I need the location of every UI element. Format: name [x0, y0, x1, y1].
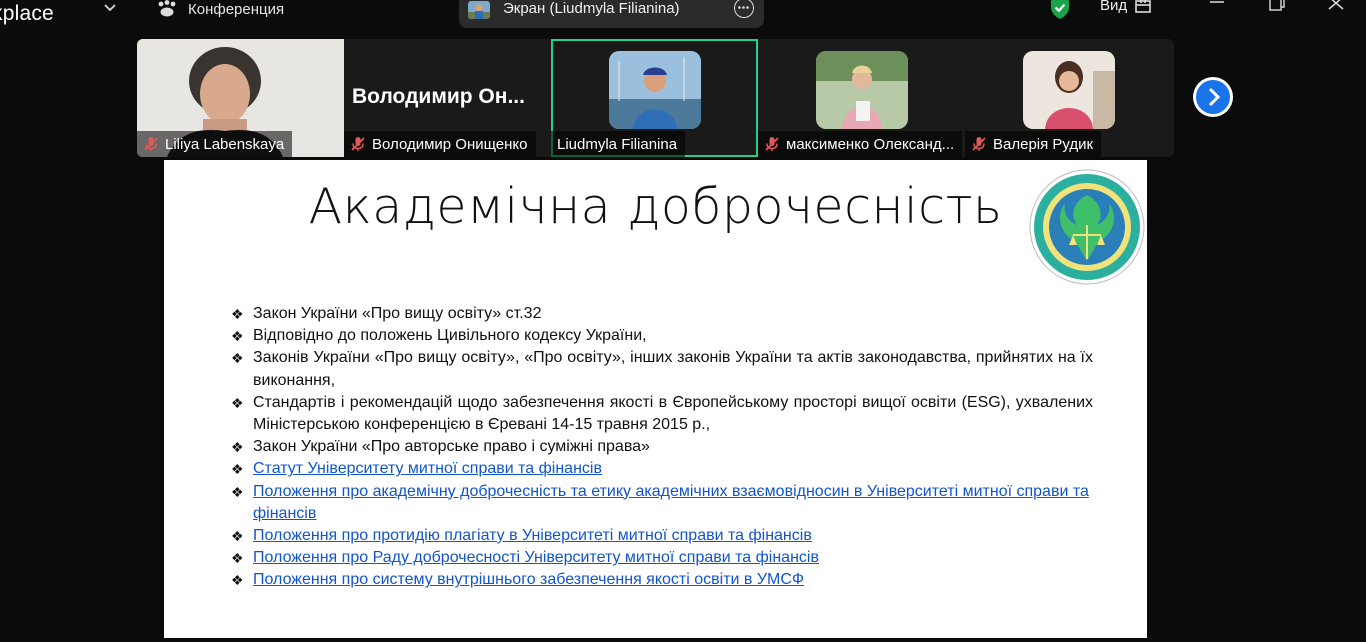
view-label: Вид — [1100, 0, 1128, 14]
conference-label: Конференция — [188, 0, 285, 18]
diamond-bullet-icon: ❖ — [231, 461, 244, 478]
document-link[interactable]: Положення про академічну доброчесність т… — [253, 483, 1089, 522]
list-item: ❖ Закон України «Про вищу освіту» ст.32 — [231, 303, 1093, 325]
diamond-bullet-icon: ❖ — [231, 572, 244, 589]
shared-slide: Академічна доброчесність ❖ Закон України … — [164, 160, 1147, 638]
mic-muted-icon — [144, 137, 158, 151]
view-icon — [1135, 0, 1151, 13]
participant-name: Валерія Рудик — [993, 135, 1094, 153]
shield-check-icon[interactable] — [1048, 0, 1072, 20]
diamond-bullet-icon: ❖ — [231, 350, 244, 367]
participant-display-name: Володимир Он... — [352, 85, 525, 108]
share-label: Экран (Liudmyla Filianina) — [503, 0, 680, 17]
slide-bullet-list: ❖ Закон України «Про вищу освіту» ст.32 ❖… — [231, 303, 1093, 592]
document-link[interactable]: Статут Університету митної справи та фін… — [253, 460, 602, 477]
participant-tile[interactable]: Володимир Он... Володимир Онищенко — [344, 39, 551, 157]
paw-icon — [158, 0, 176, 17]
participant-name: Володимир Онищенко — [372, 135, 528, 153]
participant-name-bar: максименко Олександ... — [758, 131, 962, 157]
diamond-bullet-icon: ❖ — [231, 483, 244, 500]
chevron-right-icon — [1208, 87, 1221, 107]
app-title: kplace — [0, 2, 54, 25]
restore-icon[interactable] — [1265, 0, 1287, 16]
participant-tile[interactable]: Liliya Labenskaya — [137, 39, 344, 157]
minimize-icon[interactable] — [1206, 0, 1228, 16]
diamond-bullet-icon: ❖ — [231, 306, 244, 322]
list-item: ❖ Законів України «Про вищу освіту», «Про… — [231, 349, 1093, 389]
close-icon[interactable] — [1325, 0, 1347, 16]
gallery-next-button[interactable] — [1193, 77, 1233, 117]
list-item: ❖ Положення про Раду доброчесності Універ… — [231, 547, 1093, 569]
participant-avatar — [816, 51, 908, 129]
view-button[interactable]: Вид — [1100, 0, 1151, 14]
document-link[interactable]: Положення про протидію плагіату в Універ… — [253, 527, 812, 544]
share-avatar — [468, 1, 490, 19]
diamond-bullet-icon: ❖ — [231, 550, 244, 567]
conference-menu[interactable]: Конференция — [156, 0, 284, 18]
participant-name: максименко Олександ... — [786, 135, 955, 153]
university-seal-logo — [1029, 169, 1145, 285]
mic-muted-icon — [972, 137, 986, 151]
participant-tile[interactable]: Валерія Рудик — [965, 39, 1172, 157]
participant-name: Liliya Labenskaya — [165, 135, 285, 153]
participant-name-bar: Liliya Labenskaya — [137, 131, 293, 157]
participant-name-bar: Liudmyla Filianina — [551, 131, 686, 157]
participant-avatar — [1023, 51, 1115, 129]
top-bar: kplace Конференция Экран (Liudmyla Filia… — [0, 0, 1366, 30]
mic-muted-icon — [351, 137, 365, 151]
document-link[interactable]: Положення про Раду доброчесності Універс… — [253, 549, 819, 566]
mic-muted-icon — [765, 137, 779, 151]
diamond-bullet-icon: ❖ — [231, 439, 244, 456]
more-icon[interactable] — [734, 0, 754, 18]
document-link[interactable]: Положення про систему внутрішнього забез… — [253, 571, 804, 588]
diamond-bullet-icon: ❖ — [231, 328, 244, 345]
participant-avatar — [609, 51, 701, 129]
list-item: ❖ Відповідно до положень Цивільного кодек… — [231, 325, 1093, 347]
chevron-down-icon[interactable] — [100, 0, 120, 18]
list-item: ❖ Положення про академічну доброчесність … — [231, 481, 1093, 525]
list-item: ❖ Закон України «Про авторське право і су… — [231, 436, 1093, 458]
list-item: ❖ Статут Університету митної справи та фі… — [231, 458, 1093, 480]
slide-title: Академічна доброчесність — [308, 178, 1003, 235]
participant-name-bar: Володимир Онищенко — [344, 131, 536, 157]
list-item: ❖ Положення про протидію плагіату в Уніве… — [231, 525, 1093, 547]
list-item: ❖ Стандартів і рекомендацій щодо забезпеч… — [231, 393, 1093, 434]
diamond-bullet-icon: ❖ — [231, 394, 244, 411]
diamond-bullet-icon: ❖ — [231, 528, 244, 545]
participant-tile-active[interactable]: Liudmyla Filianina — [551, 39, 758, 157]
list-item: ❖ Положення про систему внутрішнього забе… — [231, 569, 1093, 591]
participant-gallery: Liliya Labenskaya Володимир Он... Володи… — [137, 39, 1174, 157]
participant-name-bar: Валерія Рудик — [965, 131, 1102, 157]
participant-name: Liudmyla Filianina — [557, 135, 678, 153]
screen-share-indicator[interactable]: Экран (Liudmyla Filianina) — [459, 0, 764, 28]
participant-tile[interactable]: максименко Олександ... — [758, 39, 965, 157]
